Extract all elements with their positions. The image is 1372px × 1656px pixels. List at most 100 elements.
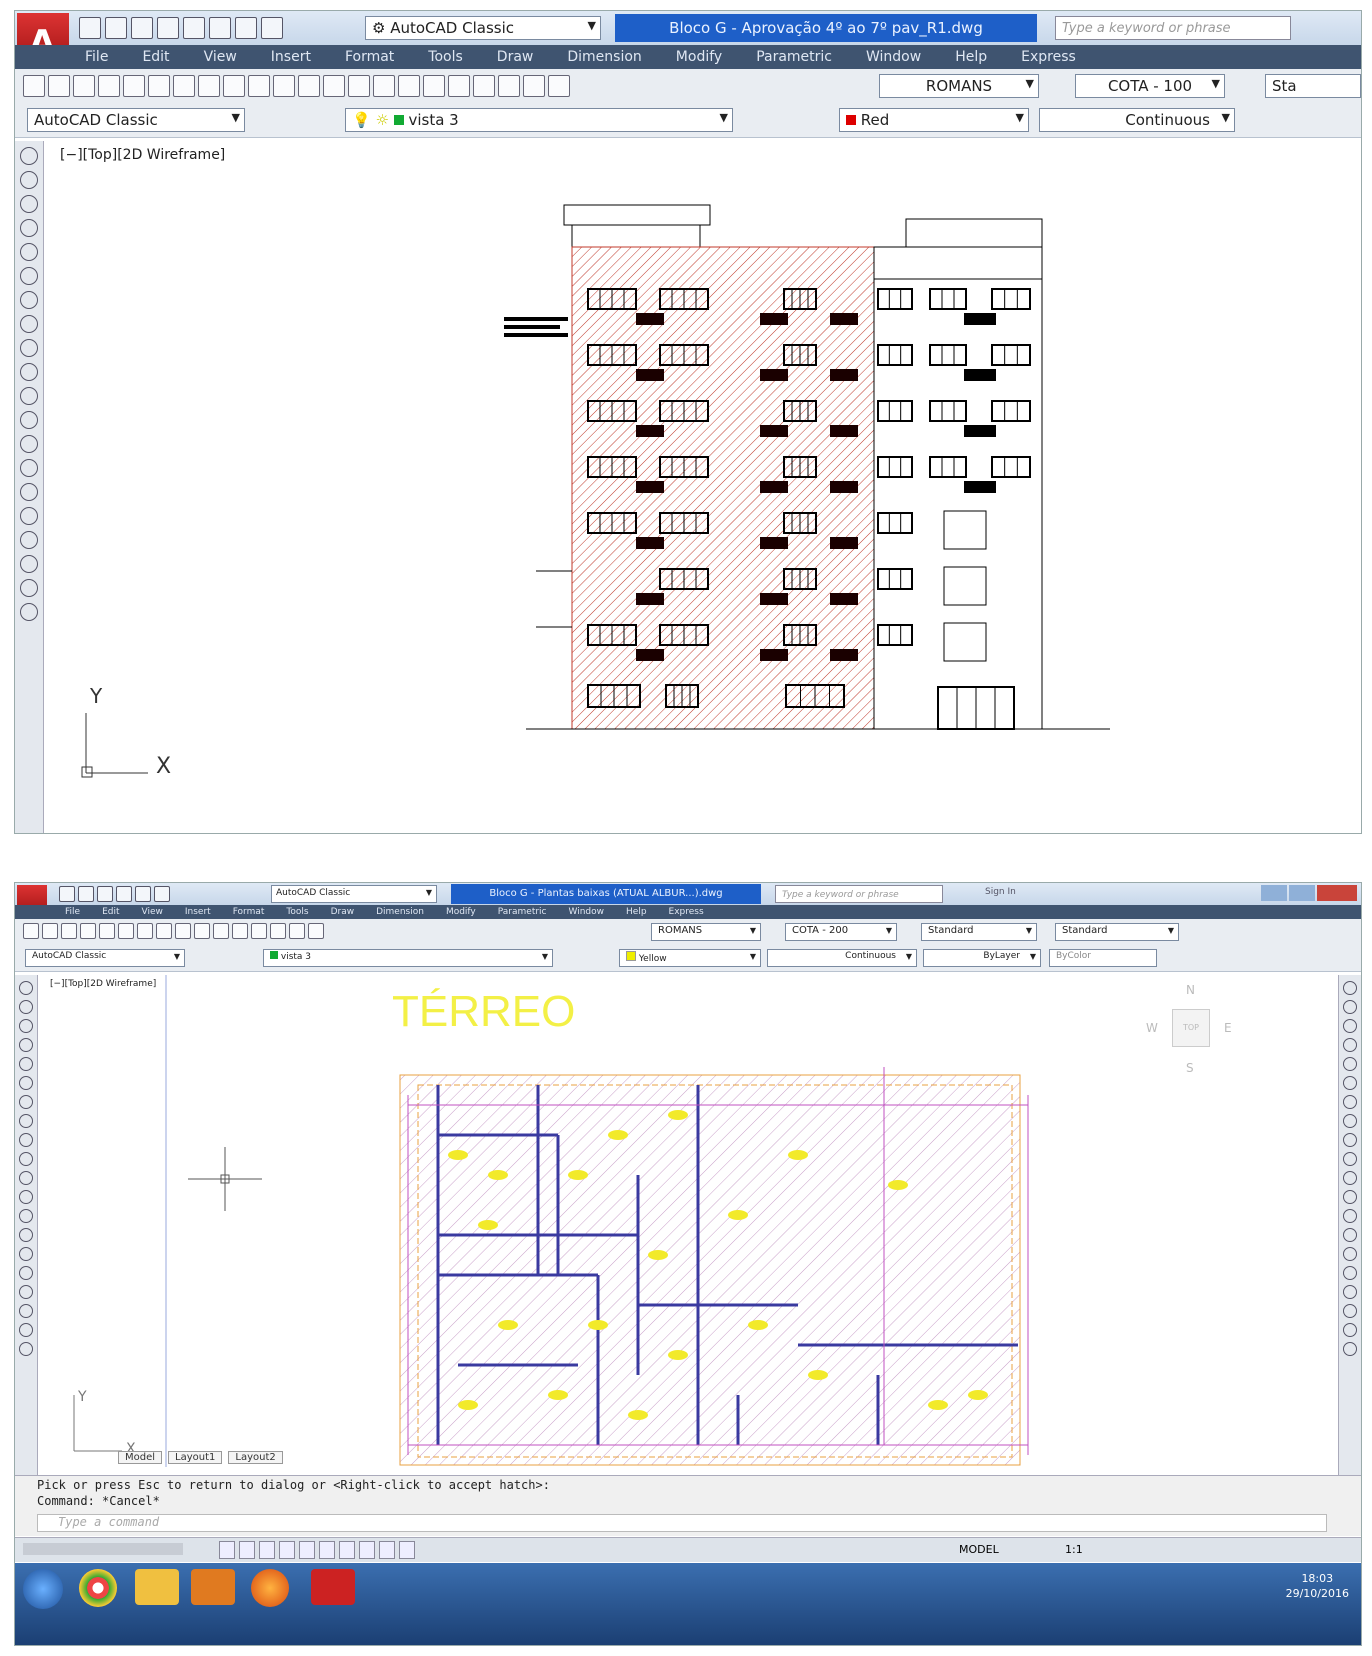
- zoom-previous-icon[interactable]: [308, 923, 324, 939]
- table-style-dropdown[interactable]: Sta: [1265, 74, 1361, 98]
- ellipse-arc-icon[interactable]: [20, 387, 38, 405]
- match-properties-icon[interactable]: [194, 923, 210, 939]
- table-style-dropdown[interactable]: Standard ▼: [921, 923, 1037, 941]
- redo-icon[interactable]: [232, 923, 248, 939]
- new-file-icon[interactable]: [23, 923, 39, 939]
- modify-table-icon[interactable]: [1343, 1304, 1357, 1318]
- command-input[interactable]: Type a command: [37, 1514, 1327, 1532]
- ellipse-icon[interactable]: [20, 363, 38, 381]
- menu-item-help[interactable]: Help: [626, 905, 647, 919]
- region-icon[interactable]: [19, 1285, 33, 1299]
- modify-revision-cloud-icon[interactable]: [1343, 1114, 1357, 1128]
- modify-arc-icon[interactable]: [1343, 1076, 1357, 1090]
- save-as-icon[interactable]: [157, 17, 179, 39]
- layout-tab-model[interactable]: Model: [118, 1451, 163, 1464]
- plot-icon[interactable]: [183, 17, 205, 39]
- menu-item-file[interactable]: File: [65, 905, 80, 919]
- text-style-dropdown[interactable]: ROMANS ▼: [879, 74, 1039, 98]
- layout-tab-layout2[interactable]: Layout2: [228, 1451, 283, 1464]
- linetype-dropdown[interactable]: Continuous ▼: [1039, 108, 1235, 132]
- menu-item-express[interactable]: Express: [1021, 45, 1076, 69]
- spline-icon[interactable]: [19, 1133, 33, 1147]
- polyline-icon[interactable]: [20, 195, 38, 213]
- table-icon[interactable]: [20, 555, 38, 573]
- save-icon[interactable]: [131, 17, 153, 39]
- open-file-icon[interactable]: [42, 923, 58, 939]
- save-icon[interactable]: [73, 75, 95, 97]
- modify-add-selected-icon[interactable]: [1343, 1342, 1357, 1356]
- modify-circle-icon[interactable]: [1343, 1095, 1357, 1109]
- design-center-icon[interactable]: [448, 75, 470, 97]
- polar-toggle-icon[interactable]: [279, 1541, 295, 1559]
- point-icon[interactable]: [20, 459, 38, 477]
- redo-icon[interactable]: [298, 75, 320, 97]
- redo-icon[interactable]: [261, 17, 283, 39]
- hatch-icon[interactable]: [20, 483, 38, 501]
- tool-palettes-icon[interactable]: [473, 75, 495, 97]
- undo-icon[interactable]: [273, 75, 295, 97]
- open-file-icon[interactable]: [78, 886, 94, 902]
- new-file-icon[interactable]: [79, 17, 101, 39]
- workspace-dropdown[interactable]: ⚙ AutoCAD Classic ▼: [365, 16, 601, 40]
- menu-item-window[interactable]: Window: [866, 45, 921, 69]
- arc-icon[interactable]: [19, 1076, 33, 1090]
- paste-icon[interactable]: [175, 923, 191, 939]
- polyline-icon[interactable]: [19, 1019, 33, 1033]
- multiline-text-icon[interactable]: [19, 1323, 33, 1337]
- insert-block-icon[interactable]: [19, 1190, 33, 1204]
- modify-region-icon[interactable]: [1343, 1285, 1357, 1299]
- ducs-toggle-icon[interactable]: [339, 1541, 355, 1559]
- menu-item-insert[interactable]: Insert: [271, 45, 311, 69]
- open-file-icon[interactable]: [48, 75, 70, 97]
- menu-item-format[interactable]: Format: [233, 905, 265, 919]
- print-icon[interactable]: [209, 17, 231, 39]
- drawing-area[interactable]: [−][Top][2D Wireframe] Y X: [44, 141, 1361, 833]
- pan-icon[interactable]: [251, 923, 267, 939]
- start-button[interactable]: [23, 1569, 63, 1609]
- lineweight-dropdown[interactable]: ByLayer ▼: [923, 949, 1041, 967]
- snap-toggle-icon[interactable]: [219, 1541, 235, 1559]
- menu-item-format[interactable]: Format: [345, 45, 394, 69]
- menu-item-view[interactable]: View: [142, 905, 163, 919]
- drawing-area[interactable]: [−][Top][2D Wireframe] TÉRREO N W E S TO…: [38, 975, 1244, 1467]
- chrome-taskbar-button[interactable]: [79, 1569, 117, 1607]
- qp-toggle-icon[interactable]: [399, 1541, 415, 1559]
- print-icon[interactable]: [98, 75, 120, 97]
- grid-toggle-icon[interactable]: [239, 1541, 255, 1559]
- print-icon[interactable]: [80, 923, 96, 939]
- menu-item-express[interactable]: Express: [669, 905, 704, 919]
- menu-item-draw[interactable]: Draw: [497, 45, 534, 69]
- layer-dropdown[interactable]: 💡 ☼ vista 3 ▼: [345, 108, 733, 132]
- markup-icon[interactable]: [523, 75, 545, 97]
- plot-preview-icon[interactable]: [99, 923, 115, 939]
- sign-in-link[interactable]: Sign In: [985, 887, 1016, 897]
- make-block-icon[interactable]: [20, 435, 38, 453]
- publish-icon[interactable]: [148, 75, 170, 97]
- polygon-icon[interactable]: [20, 219, 38, 237]
- modify-point-icon[interactable]: [1343, 1228, 1357, 1242]
- autocad-taskbar-button[interactable]: [311, 1569, 355, 1605]
- menu-item-edit[interactable]: Edit: [102, 905, 119, 919]
- layer-dropdown[interactable]: vista 3 ▼: [263, 949, 553, 967]
- sheet-set-icon[interactable]: [498, 75, 520, 97]
- zoom-realtime-icon[interactable]: [270, 923, 286, 939]
- undo-icon[interactable]: [235, 17, 257, 39]
- gradient-icon[interactable]: [20, 507, 38, 525]
- color-dropdown[interactable]: Yellow ▼: [619, 949, 761, 967]
- explorer-taskbar-button[interactable]: [135, 1569, 179, 1605]
- modify-polygon-icon[interactable]: [1343, 1038, 1357, 1052]
- revision-cloud-icon[interactable]: [19, 1114, 33, 1128]
- line-icon[interactable]: [20, 147, 38, 165]
- menu-item-help[interactable]: Help: [955, 45, 987, 69]
- match-properties-icon[interactable]: [248, 75, 270, 97]
- pan-icon[interactable]: [323, 75, 345, 97]
- modify-insert-block-icon[interactable]: [1343, 1190, 1357, 1204]
- modify-line-icon[interactable]: [1343, 981, 1357, 995]
- line-icon[interactable]: [19, 981, 33, 995]
- annotation-scale[interactable]: 1:1: [1065, 1543, 1083, 1556]
- save-icon[interactable]: [61, 923, 77, 939]
- add-selected-icon[interactable]: [20, 603, 38, 621]
- zoom-window-icon[interactable]: [289, 923, 305, 939]
- properties-icon[interactable]: [423, 75, 445, 97]
- print-icon[interactable]: [135, 886, 151, 902]
